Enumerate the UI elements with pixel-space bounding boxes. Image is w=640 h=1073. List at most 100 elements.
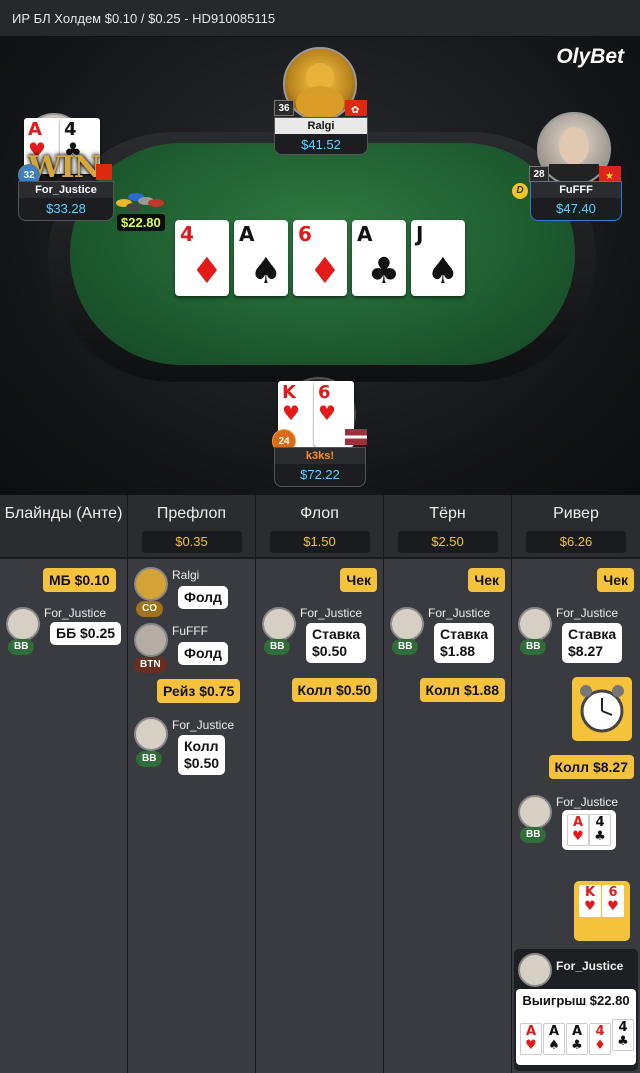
call-action: Колл $0.50 (178, 735, 226, 775)
player-avatar (390, 607, 424, 641)
winning-card: A ♥ (520, 1023, 542, 1055)
winning-hand: Выигрыш $22.80 A ♥ A ♠ A ♣ 4 ♦ 4 ♣ (516, 989, 636, 1065)
player-stack: $33.28 (46, 201, 86, 216)
bet-action: Ставка $8.27 (562, 623, 623, 663)
board-card-3: 6 ♦ (293, 220, 347, 296)
call-action: Колл $8.27 (548, 755, 634, 779)
hand-history: Блайнды (Анте) МБ $0.10 For_Justice BB Б… (0, 495, 640, 1073)
player-name: FuFFF (172, 624, 208, 638)
column-header: Ривер $6.26 (512, 495, 640, 559)
column-body: Ralgi CO Фолд FuFFF BTN Фолд Рейз $0.75 … (128, 559, 255, 1073)
big-blind-action: ББ $0.25 (50, 622, 122, 645)
winning-card: A ♠ (543, 1023, 565, 1055)
pot-amount: $6.26 (526, 531, 626, 553)
fold-action: Фолд (178, 586, 228, 609)
player-avatar (518, 953, 552, 987)
check-action: Чек (468, 568, 505, 592)
pot-amount: $0.35 (141, 531, 242, 553)
shown-cards: A ♥ 4 ♣ (562, 810, 616, 850)
column-header: Флоп $1.50 (256, 495, 383, 559)
level-badge: 28 (529, 166, 549, 182)
winning-card: 4 ♦ (589, 1023, 611, 1055)
chip-stack-icon (112, 185, 168, 215)
player-name: For_Justice (19, 182, 113, 198)
player-name: Ralgi (172, 568, 200, 582)
seat-nameplate[interactable]: k3ks! $72.22 (274, 447, 366, 487)
seat-nameplate[interactable]: FuFFF $47.40 (530, 181, 622, 221)
column-body: МБ $0.10 For_Justice BB ББ $0.25 (0, 559, 127, 1073)
call-action: Колл $1.88 (419, 678, 505, 702)
position-badge: BB (8, 639, 35, 655)
column-header: Тёрн $2.50 (384, 495, 511, 559)
seat-nameplate[interactable]: Ralgi $41.52 (274, 117, 368, 155)
poker-table: OlyBet 4 ♦ A ♠ 6 ♦ A ♣ J ♠ 36 ✿ Ralgi $41.52 … (0, 37, 640, 495)
position-badge: BB (520, 827, 547, 843)
bet-amount: $22.80 (117, 214, 165, 231)
flag-icon: ✿ (345, 100, 367, 116)
player-name: For_Justice (428, 606, 491, 620)
history-column-flop: Флоп $1.50 Чек For_Justice BB Ставка $0.5… (256, 495, 384, 1073)
check-action: Чек (340, 568, 377, 592)
shown-card: 6 ♥ (602, 885, 624, 917)
player-avatar (134, 623, 168, 657)
player-name: For_Justice (556, 959, 624, 973)
player-avatar (134, 567, 168, 601)
column-body: Чек For_Justice BB Ставка $8.27 Колл $8.2… (512, 559, 640, 1073)
history-column-preflop: Префлоп $0.35 Ralgi CO Фолд FuFFF BTN Фо… (128, 495, 256, 1073)
pot-amount: $2.50 (397, 531, 498, 553)
seat-nameplate[interactable]: For_Justice $33.28 (18, 181, 114, 221)
brand-logo: OlyBet (556, 45, 624, 68)
dealer-button: D (512, 183, 528, 199)
winning-card: A ♣ (566, 1023, 588, 1055)
player-name: For_Justice (172, 718, 235, 732)
position-badge: CO (136, 601, 163, 617)
opponent-shown-cards: K ♥ 6 ♥ (574, 881, 630, 941)
check-action: Чек (597, 568, 634, 592)
column-header: Блайнды (Анте) (0, 495, 127, 559)
player-name: FuFFF (531, 182, 621, 198)
bet-action: Ставка $0.50 (306, 623, 367, 663)
history-column-blinds: Блайнды (Анте) МБ $0.10 For_Justice BB Б… (0, 495, 128, 1073)
bet-action: Ставка $1.88 (434, 623, 495, 663)
raise-action: Рейз $0.75 (157, 679, 241, 703)
flag-icon: ★ (599, 166, 621, 182)
shown-card: A ♥ (567, 814, 589, 846)
flag-icon (345, 429, 367, 445)
player-name: Ralgi (275, 118, 367, 134)
window-title-bar: ИР БЛ Холдем $0.10 / $0.25 - HD910085115 (0, 0, 640, 37)
player-avatar (134, 717, 168, 751)
column-title: Флоп (300, 505, 339, 522)
board-card-1: 4 ♦ (175, 220, 229, 296)
player-name: For_Justice (556, 606, 619, 620)
level-badge: 36 (274, 100, 294, 116)
column-body: Чек For_Justice BB Ставка $1.88 Колл $1.8… (384, 559, 511, 1073)
fold-action: Фолд (178, 642, 228, 665)
position-badge: BB (136, 751, 163, 767)
win-amount: Выигрыш $22.80 (522, 993, 630, 1008)
column-title: Тёрн (429, 505, 466, 522)
shown-card: 4 ♣ (589, 814, 611, 846)
position-badge: BB (392, 639, 419, 655)
player-name: For_Justice (44, 606, 107, 620)
column-body: Чек For_Justice BB Ставка $0.50 Колл $0.5… (256, 559, 383, 1073)
column-header: Префлоп $0.35 (128, 495, 255, 559)
column-title: Блайнды (Анте) (4, 505, 123, 522)
board-card-2: A ♠ (234, 220, 288, 296)
player-avatar (6, 607, 40, 641)
board-card-5: J ♠ (411, 220, 465, 296)
shown-card: K ♥ (579, 885, 601, 917)
history-column-turn: Тёрн $2.50 Чек For_Justice BB Ставка $1.8… (384, 495, 512, 1073)
timebank-alarm-clock-icon (572, 677, 632, 741)
player-name: k3ks! (275, 448, 365, 464)
call-action: Колл $0.50 (291, 678, 377, 702)
player-stack: $72.22 (300, 467, 340, 482)
column-title: Ривер (553, 505, 599, 522)
flag-icon (96, 164, 112, 180)
player-avatar (262, 607, 296, 641)
winning-card: 4 ♣ (612, 1019, 634, 1051)
player-avatar (518, 607, 552, 641)
board-card-4: A ♣ (352, 220, 406, 296)
winner-panel: For_Justice Выигрыш $22.80 A ♥ A ♠ A ♣ 4 ♦ 4… (514, 949, 638, 1071)
history-column-river: Ривер $6.26 Чек For_Justice BB Ставка $8.… (512, 495, 640, 1073)
position-badge: BB (264, 639, 291, 655)
